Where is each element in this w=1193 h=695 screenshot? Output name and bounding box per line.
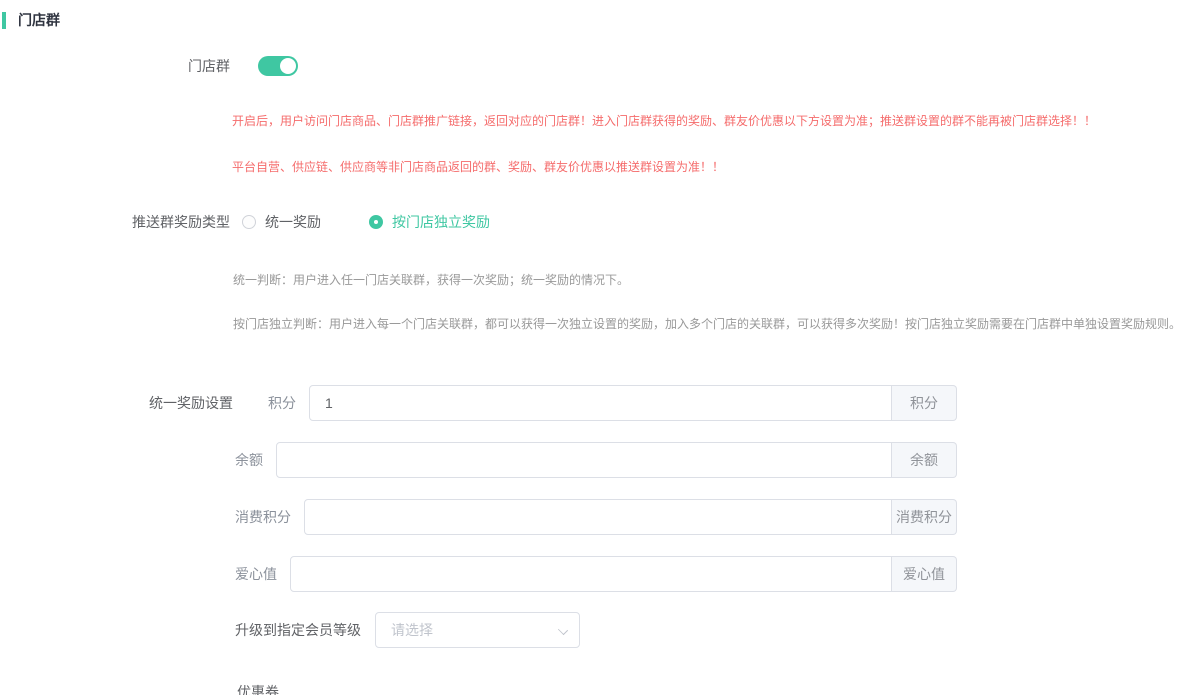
balance-label: 余额	[235, 450, 263, 470]
help-text-2: 按门店独立判断：用户进入每一个门店关联群，都可以获得一次独立设置的奖励，加入多个…	[233, 316, 1193, 332]
reward-type-label: 推送群奖励类型	[0, 212, 230, 232]
store-group-toggle[interactable]	[258, 56, 298, 76]
reward-type-radio-group: 统一奖励 按门店独立奖励	[242, 212, 538, 232]
love-value-suffix: 爱心值	[892, 556, 957, 592]
love-value-input-group: 爱心值	[290, 556, 957, 592]
coupon-label: 优惠券	[237, 682, 1193, 695]
page-title: 门店群	[18, 10, 60, 30]
store-group-settings-page: 门店群 门店群 开启后，用户访问门店商品、门店群推广链接，返回对应的门店群！进入…	[0, 0, 1193, 695]
member-level-select[interactable]: 请选择	[375, 612, 580, 648]
consume-points-input[interactable]	[304, 499, 892, 535]
coupon-row: 优惠券	[237, 682, 1193, 695]
help-text-1: 统一判断：用户进入任一门店关联群，获得一次奖励；统一奖励的情况下。	[233, 272, 1193, 288]
store-group-label: 门店群	[0, 56, 230, 76]
warning-text-2: 平台自营、供应链、供应商等非门店商品返回的群、奖励、群友价优惠以推送群设置为准！…	[232, 159, 1193, 175]
points-input-group: 积分	[309, 385, 957, 421]
section-header: 门店群	[2, 0, 1193, 30]
member-level-row: 升级到指定会员等级 请选择	[235, 612, 1193, 648]
reward-type-row: 推送群奖励类型 统一奖励 按门店独立奖励	[0, 212, 1193, 232]
love-value-row: 爱心值 爱心值	[235, 556, 957, 592]
balance-input-group: 余额	[276, 442, 957, 478]
balance-row: 余额 余额	[235, 442, 957, 478]
radio-unselected-icon	[242, 215, 256, 229]
unified-reward-group-label: 统一奖励设置	[0, 393, 233, 413]
balance-input[interactable]	[276, 442, 892, 478]
consume-points-input-group: 消费积分	[304, 499, 957, 535]
points-label: 积分	[268, 393, 296, 413]
unified-reward-row-points: 统一奖励设置 积分 积分	[0, 385, 957, 421]
select-placeholder: 请选择	[391, 620, 433, 640]
section-accent-bar	[2, 12, 6, 29]
toggle-knob	[280, 58, 296, 74]
store-group-toggle-row: 门店群	[0, 56, 1193, 76]
points-suffix: 积分	[892, 385, 957, 421]
member-level-label: 升级到指定会员等级	[235, 620, 361, 640]
warning-text-1: 开启后，用户访问门店商品、门店群推广链接，返回对应的门店群！进入门店群获得的奖励…	[232, 113, 1193, 129]
love-value-label: 爱心值	[235, 564, 277, 584]
radio-selected-icon	[369, 215, 383, 229]
points-input[interactable]	[309, 385, 892, 421]
chevron-down-icon	[559, 626, 567, 634]
consume-points-suffix: 消费积分	[892, 499, 957, 535]
consume-points-label: 消费积分	[235, 507, 291, 527]
consume-points-row: 消费积分 消费积分	[235, 499, 957, 535]
radio-unified-reward[interactable]: 统一奖励	[242, 212, 321, 232]
balance-suffix: 余额	[892, 442, 957, 478]
love-value-input[interactable]	[290, 556, 892, 592]
radio-per-store-reward[interactable]: 按门店独立奖励	[369, 212, 490, 232]
